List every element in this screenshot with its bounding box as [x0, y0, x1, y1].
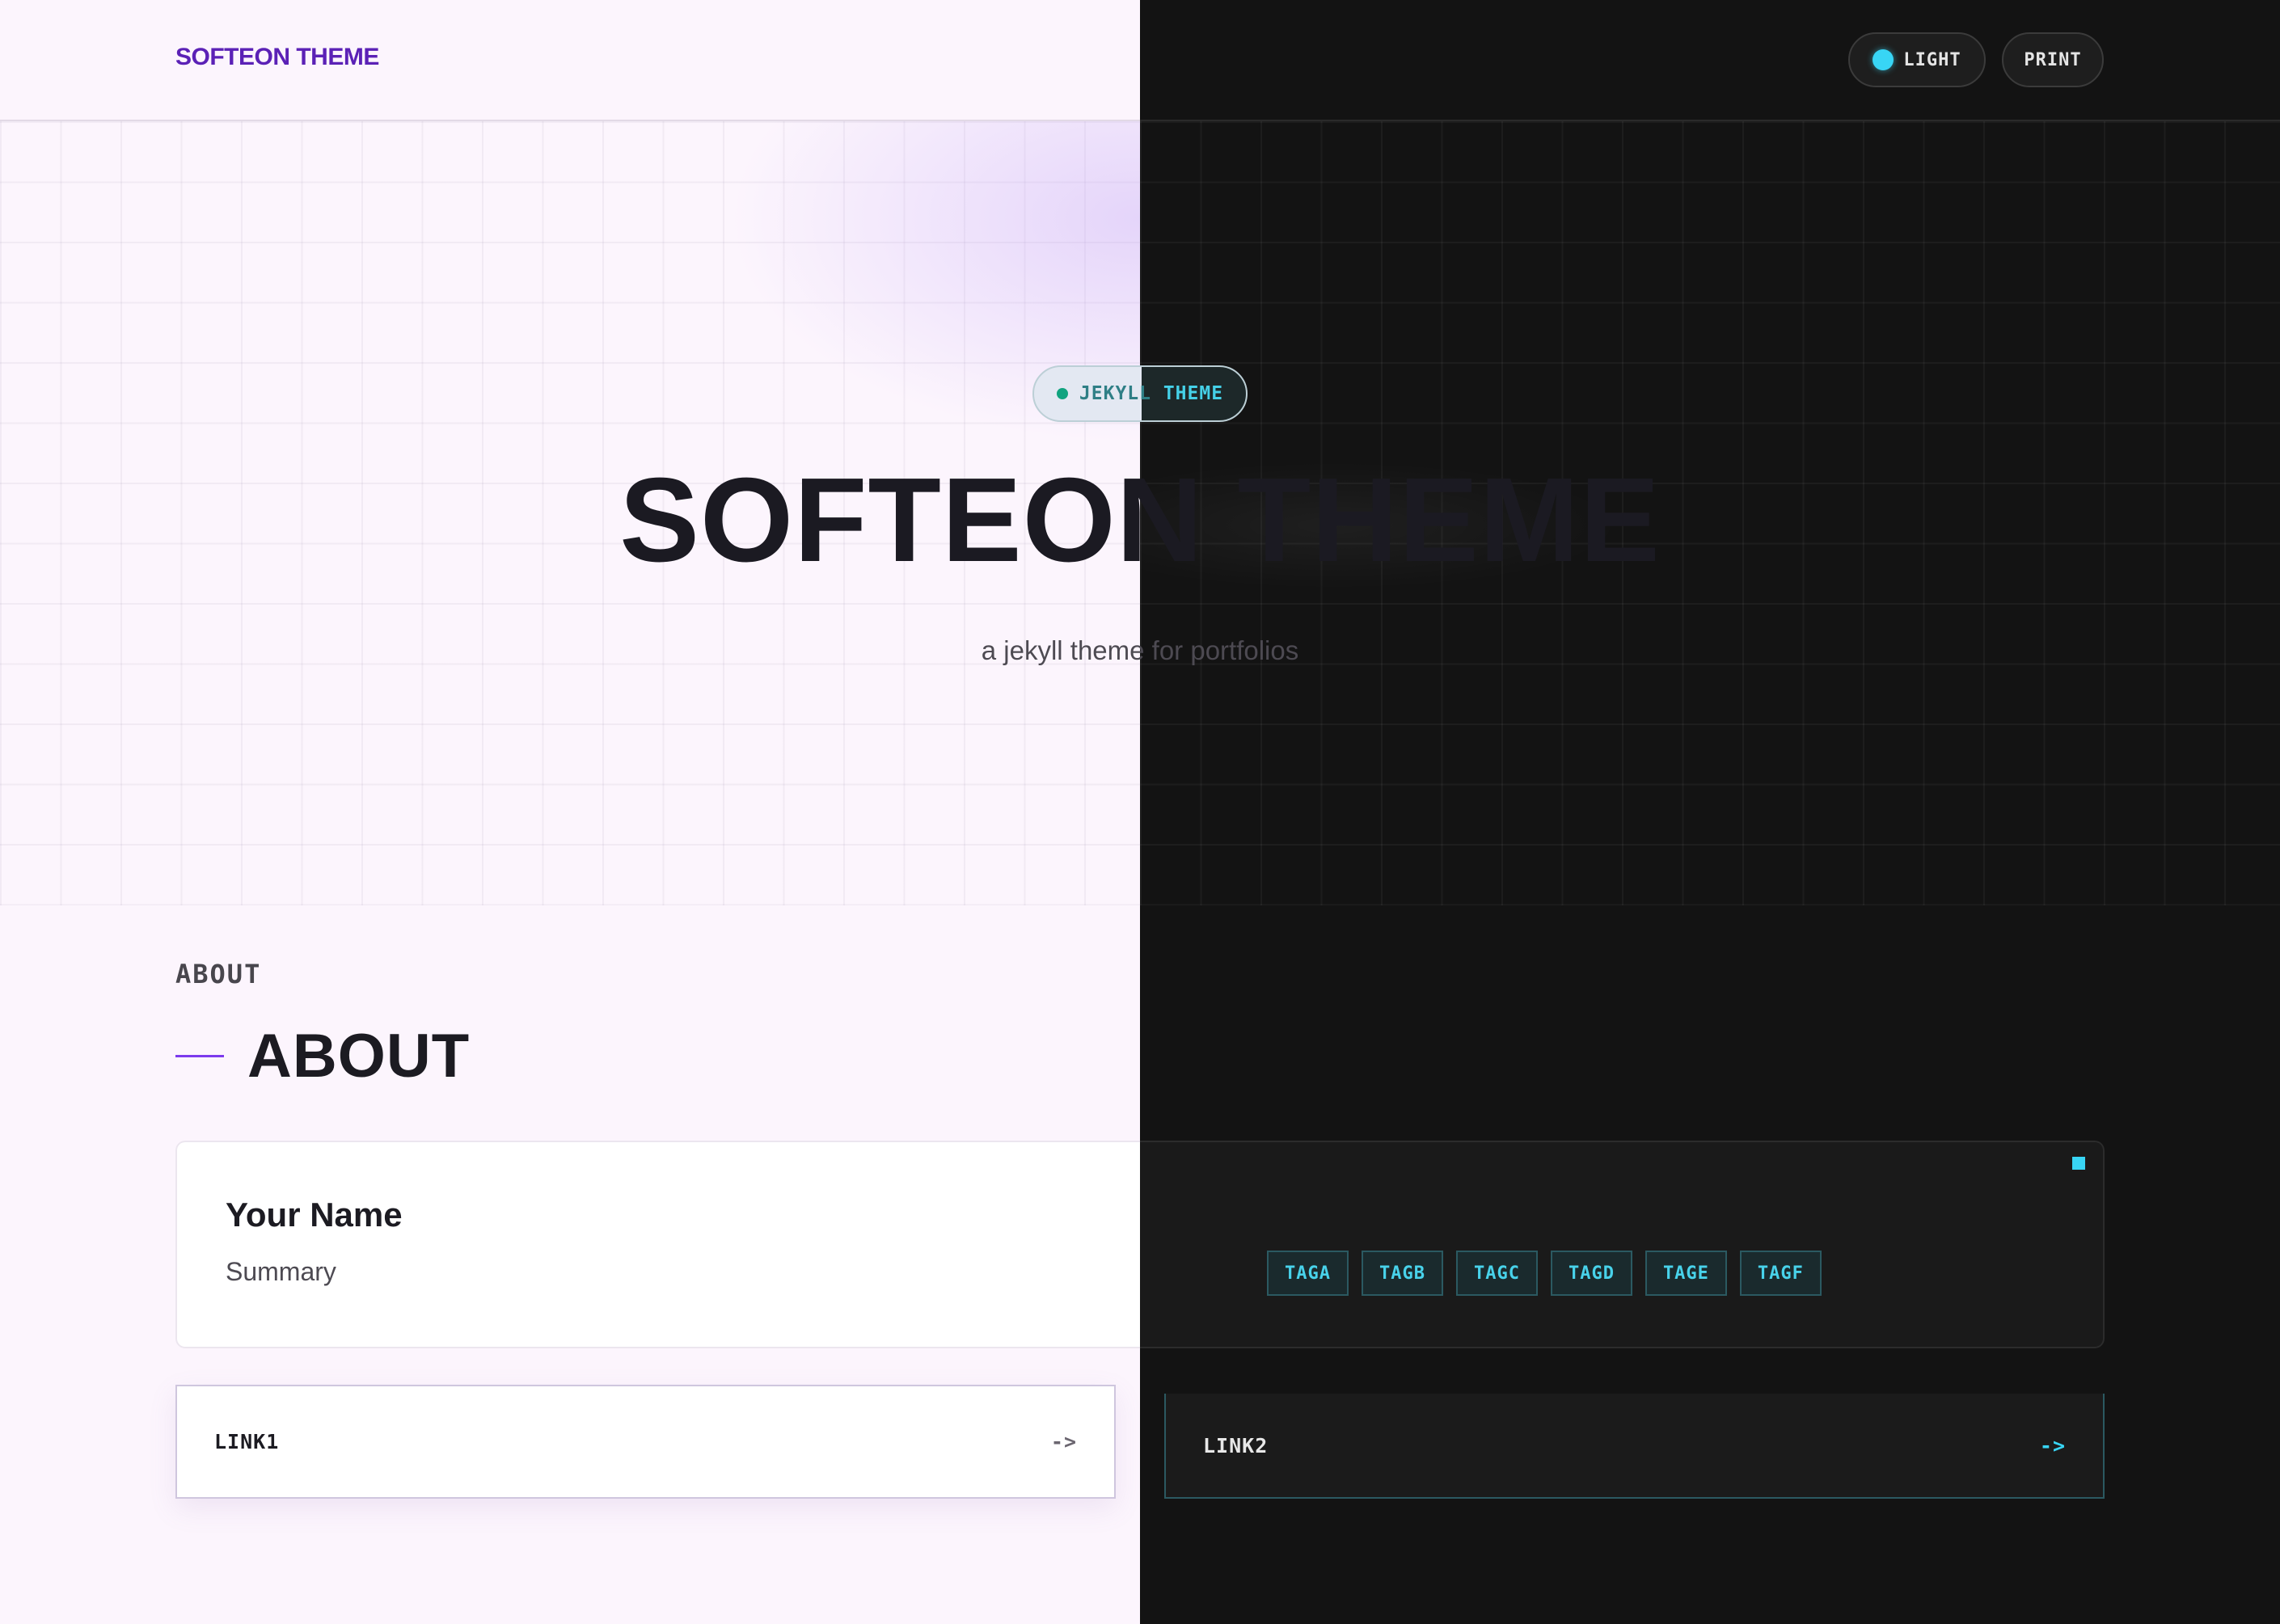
site-brand[interactable]: SOFTEON THEME	[175, 44, 379, 71]
hero-subtitle-text: a jekyll theme for portfolios	[981, 635, 1299, 665]
heading-accent-rule	[175, 1055, 224, 1057]
print-button[interactable]: PRINT	[2002, 32, 2104, 87]
print-label: PRINT	[2024, 49, 2082, 70]
circle-dot-icon	[1873, 49, 1894, 70]
link-label: LINK2	[1203, 1433, 1269, 1457]
profile-card-dark-half	[1140, 1141, 2105, 1348]
tag-chip[interactable]: TAGB	[1361, 1251, 1443, 1296]
hero-title-text: SOFTEON THEME	[619, 453, 1661, 587]
tag-chip[interactable]: TAGE	[1645, 1251, 1727, 1296]
profile-card: Your Name Summary TAGA TAGB TAGC TAGD TA…	[175, 1141, 2105, 1348]
header-divider	[0, 120, 2280, 121]
tag-list: TAGA TAGB TAGC TAGD TAGE TAGF	[1267, 1251, 1822, 1296]
hero-badge-label: JEKYLL THEME	[1079, 383, 1224, 404]
link-card-1[interactable]: LINK1 ->	[175, 1385, 1116, 1499]
arrow-right-icon: ->	[1050, 1430, 1077, 1453]
about-heading: ABOUT	[247, 1022, 471, 1090]
arrow-right-icon: ->	[2039, 1433, 2066, 1457]
hero-badge: JEKYLL THEME	[1032, 365, 1248, 422]
tag-chip[interactable]: TAGD	[1550, 1251, 1632, 1296]
theme-toggle-button[interactable]: LIGHT	[1848, 32, 1986, 87]
tag-chip[interactable]: TAGA	[1267, 1251, 1349, 1296]
link-card-2[interactable]: LINK2 ->	[1164, 1394, 2105, 1499]
square-icon	[2072, 1157, 2085, 1170]
profile-card-light-half: Your Name Summary	[175, 1141, 1140, 1348]
profile-name: Your Name	[226, 1196, 403, 1234]
status-dot-icon	[1056, 388, 1068, 399]
hero-title: SOFTEON THEME	[0, 461, 2280, 580]
profile-summary: Summary	[226, 1257, 336, 1286]
about-kicker: ABOUT	[175, 959, 262, 989]
theme-toggle-label: LIGHT	[1903, 49, 1961, 70]
hero-subtitle: a jekyll theme for portfolios	[0, 635, 2280, 666]
link-label: LINK1	[214, 1430, 280, 1453]
tag-chip[interactable]: TAGF	[1739, 1251, 1822, 1296]
tag-chip[interactable]: TAGC	[1455, 1251, 1538, 1296]
